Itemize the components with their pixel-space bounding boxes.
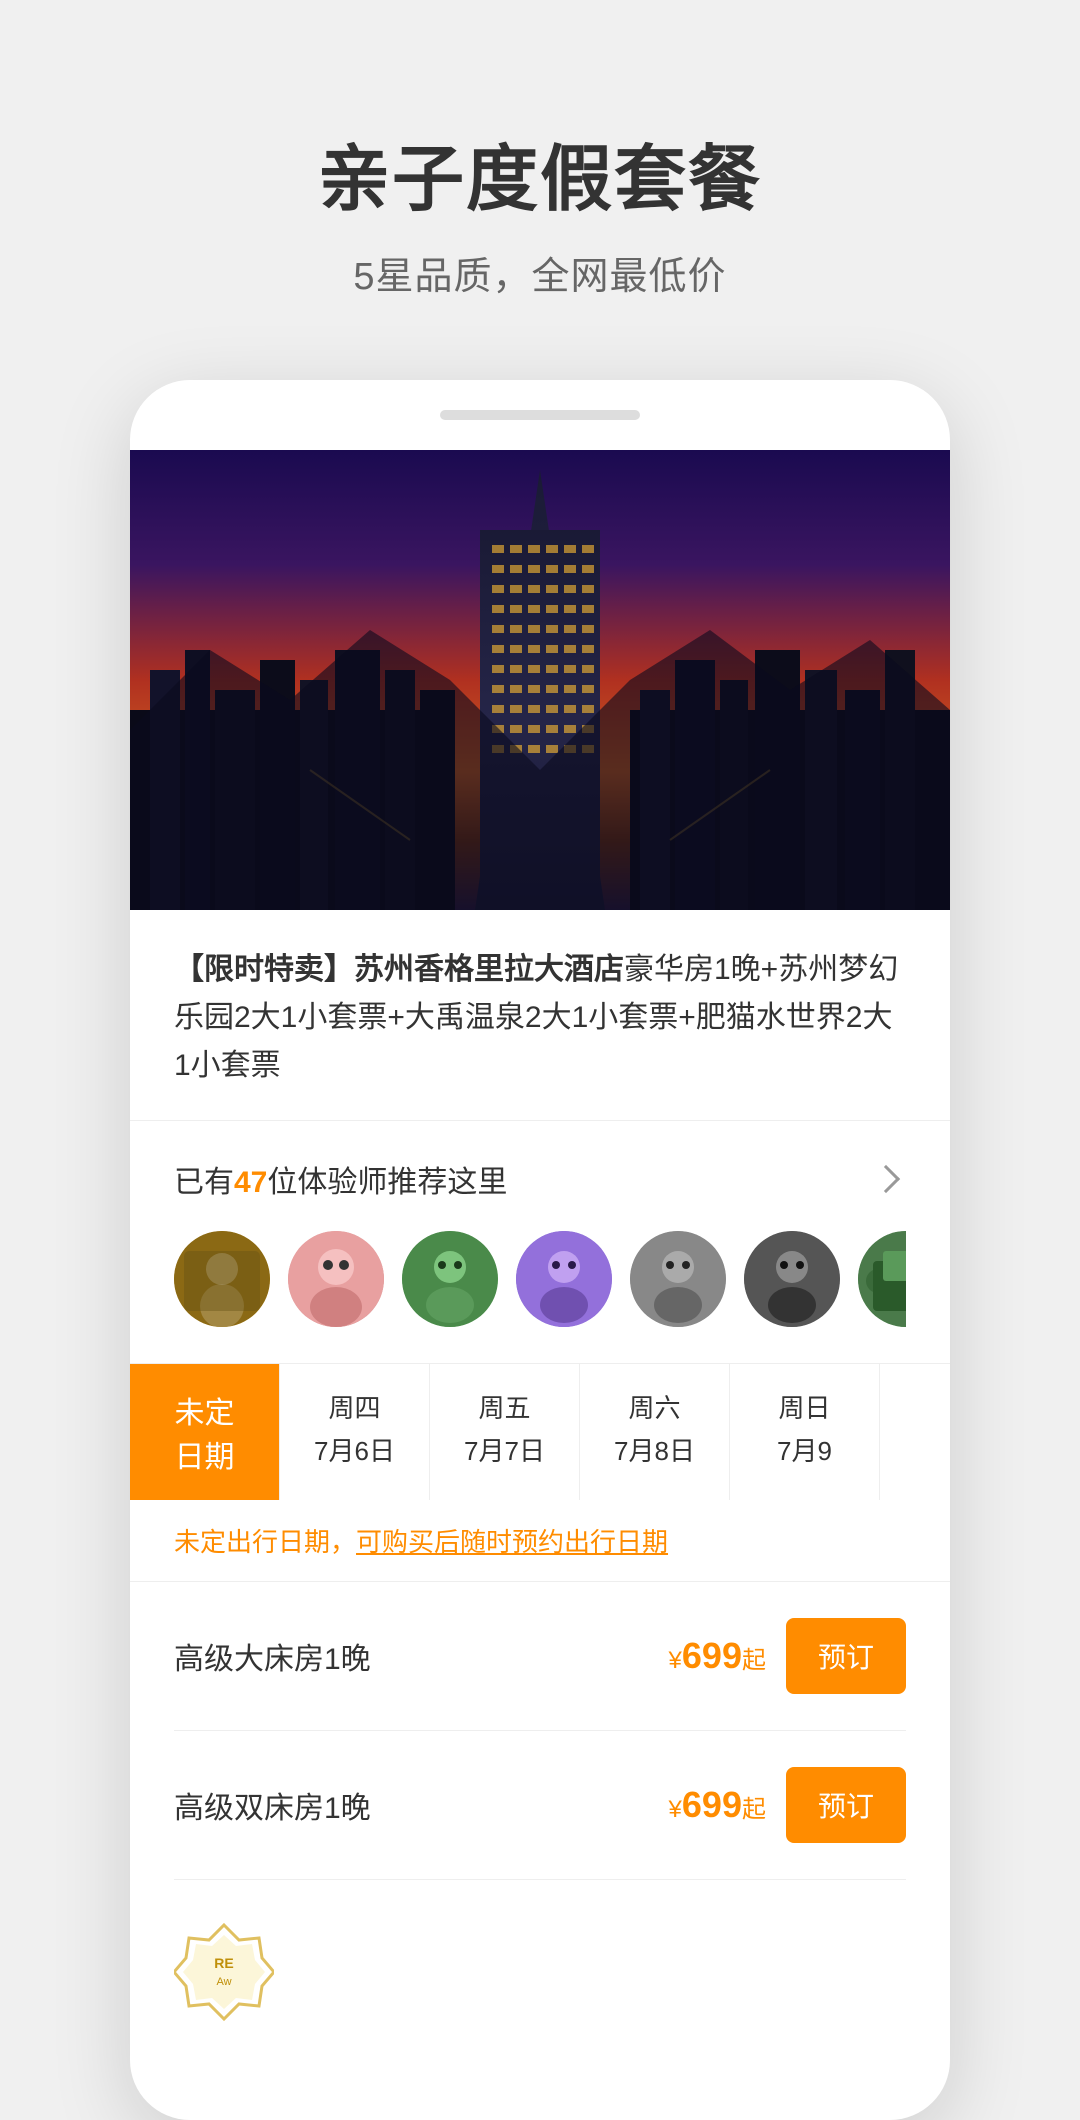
date-sat-day: 7月8日: [590, 1431, 719, 1468]
price-currency-2: ¥: [669, 1796, 682, 1823]
date-undecided-label: 未定日期: [140, 1388, 269, 1476]
reviewers-count-text: 已有47位体验师推荐这里: [174, 1157, 507, 1201]
avatar-2: [288, 1231, 384, 1327]
hotel-image: [130, 450, 950, 910]
avatar-1: [174, 1231, 270, 1327]
avatar-5: [630, 1231, 726, 1327]
avatar-6: [744, 1231, 840, 1327]
date-thu-label: 周四: [290, 1388, 419, 1425]
date-sat-label: 周六: [590, 1388, 719, 1425]
date-fri[interactable]: 周五 7月7日: [430, 1364, 580, 1500]
date-thu-day: 7月6日: [290, 1431, 419, 1468]
date-selector[interactable]: 未定日期 周四 7月6日 周五 7月7日 周六 7月8日 周日 7月9: [130, 1363, 950, 1500]
reviewers-suffix: 位体验师推荐这里: [267, 1166, 507, 1199]
date-notice-text: 未定出行日期，可购买后随时预约出行日期: [174, 1522, 906, 1559]
date-thu[interactable]: 周四 7月6日: [280, 1364, 430, 1500]
price-amount-1: 699: [682, 1635, 742, 1676]
price-suffix-2: 起: [742, 1796, 766, 1823]
date-undecided[interactable]: 未定日期: [130, 1364, 280, 1500]
date-sun[interactable]: 周日 7月9: [730, 1364, 880, 1500]
phone-container: 【限时特卖】苏州香格里拉大酒店豪华房1晚+苏州梦幻乐园2大1小套票+大禹温泉2大…: [130, 380, 950, 2120]
date-fri-label: 周五: [440, 1388, 569, 1425]
phone-notch: [440, 410, 640, 420]
book-button-1[interactable]: 预订: [786, 1618, 906, 1694]
page-header: 亲子度假套餐 5星品质，全网最低价: [0, 0, 1080, 360]
room-right-2: ¥699起 预订: [669, 1767, 906, 1843]
avatar-4: [516, 1231, 612, 1327]
reviewers-prefix: 已有: [174, 1166, 234, 1199]
avatar-3: [402, 1231, 498, 1327]
price-amount-2: 699: [682, 1784, 742, 1825]
room-price-1: ¥699起: [669, 1635, 766, 1677]
price-suffix-1: 起: [742, 1647, 766, 1674]
room-name-1: 高级大床房1晚: [174, 1634, 371, 1678]
hotel-content: 【限时特卖】苏州香格里拉大酒店豪华房1晚+苏州梦幻乐园2大1小套票+大禹温泉2大…: [130, 910, 950, 1090]
room-right-1: ¥699起 预订: [669, 1618, 906, 1694]
room-name-2: 高级双床房1晚: [174, 1783, 371, 1827]
avatar-7: [858, 1231, 906, 1327]
reviewers-count: 47: [234, 1166, 267, 1199]
chevron-right-icon[interactable]: [872, 1165, 900, 1193]
date-notice-prefix: 未定出行日期，: [174, 1527, 356, 1557]
hotel-tag: 【限时特卖】苏州香格里拉大酒店: [174, 953, 624, 986]
svg-text:Aw: Aw: [216, 1976, 231, 1988]
date-sat[interactable]: 周六 7月8日: [580, 1364, 730, 1500]
award-section: RE Aw: [130, 1880, 950, 2080]
room-price-2: ¥699起: [669, 1784, 766, 1826]
award-icon: RE Aw: [174, 1920, 274, 2040]
avatar-list: [174, 1231, 906, 1327]
date-notice: 未定出行日期，可购买后随时预约出行日期: [130, 1500, 950, 1582]
date-sun-day: 7月9: [740, 1431, 869, 1468]
price-currency-1: ¥: [669, 1647, 682, 1674]
room-list: 高级大床房1晚 ¥699起 预订 高级双床房1晚 ¥699起 预订: [130, 1582, 950, 1880]
room-item-2: 高级双床房1晚 ¥699起 预订: [174, 1731, 906, 1880]
page-title: 亲子度假套餐: [40, 120, 1040, 225]
page-subtitle: 5星品质，全网最低价: [40, 245, 1040, 300]
date-sun-label: 周日: [740, 1388, 869, 1425]
reviewers-section[interactable]: 已有47位体验师推荐这里: [130, 1121, 950, 1363]
date-notice-link[interactable]: 可购买后随时预约出行日期: [356, 1527, 668, 1557]
svg-text:RE: RE: [214, 1955, 233, 1971]
reviewers-header[interactable]: 已有47位体验师推荐这里: [174, 1157, 906, 1201]
date-fri-day: 7月7日: [440, 1431, 569, 1468]
hotel-description: 【限时特卖】苏州香格里拉大酒店豪华房1晚+苏州梦幻乐园2大1小套票+大禹温泉2大…: [174, 946, 906, 1090]
room-item-1: 高级大床房1晚 ¥699起 预订: [174, 1582, 906, 1731]
book-button-2[interactable]: 预订: [786, 1767, 906, 1843]
